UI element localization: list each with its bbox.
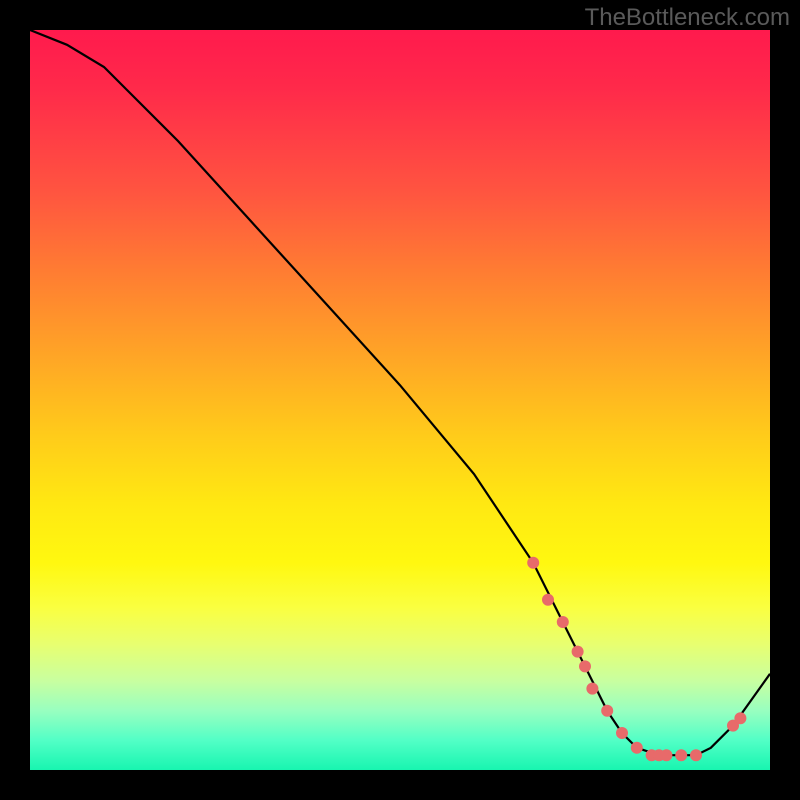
highlight-dot <box>579 660 591 672</box>
watermark-text: TheBottleneck.com <box>585 4 790 32</box>
highlight-dot <box>527 557 539 569</box>
bottleneck-curve-line <box>30 30 770 755</box>
highlight-dot <box>616 727 628 739</box>
highlight-dot <box>586 683 598 695</box>
chart-plot-area <box>30 30 770 770</box>
highlight-dot <box>690 749 702 761</box>
highlight-dot <box>734 712 746 724</box>
highlight-dot <box>675 749 687 761</box>
highlight-dot <box>631 742 643 754</box>
highlight-dot <box>601 705 613 717</box>
highlight-dot <box>572 646 584 658</box>
highlight-dot <box>557 616 569 628</box>
highlight-dot <box>660 749 672 761</box>
highlight-dots-group <box>527 557 746 761</box>
chart-svg <box>30 30 770 770</box>
highlight-dot <box>542 594 554 606</box>
